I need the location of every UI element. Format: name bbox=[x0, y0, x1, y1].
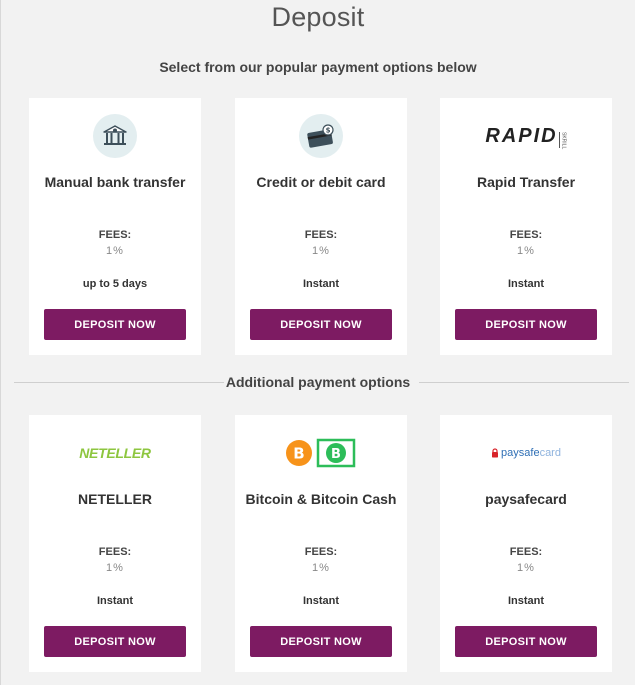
rapid-logo-text: RAPID bbox=[485, 124, 558, 147]
fees-value: 1% bbox=[312, 562, 330, 574]
payment-card-credit-card: $ Credit or debit card FEES: 1% Instant … bbox=[235, 98, 407, 355]
card-logo: B B bbox=[235, 430, 407, 476]
payment-card-neteller: NETELLER NETELLER FEES: 1% Instant DEPOS… bbox=[29, 415, 201, 672]
payment-card-bank-transfer: Manual bank transfer FEES: 1% up to 5 da… bbox=[29, 98, 201, 355]
fees-value: 1% bbox=[312, 245, 330, 257]
deposit-now-button[interactable]: DEPOSIT NOW bbox=[455, 626, 597, 657]
processing-time: Instant bbox=[507, 278, 545, 290]
card-logo: $ bbox=[235, 113, 407, 159]
processing-time: Instant bbox=[302, 595, 340, 607]
neteller-logo: NETELLER bbox=[79, 445, 151, 461]
deposit-now-button[interactable]: DEPOSIT NOW bbox=[44, 309, 186, 340]
rapid-logo: RAPID SKRILL bbox=[485, 124, 567, 149]
page-title: Deposit bbox=[271, 2, 365, 32]
method-name: Credit or debit card bbox=[256, 174, 386, 190]
fees-label: FEES: bbox=[98, 546, 132, 558]
payment-card-rapid-transfer: RAPID SKRILL Rapid Transfer FEES: 1% Ins… bbox=[440, 98, 612, 355]
svg-text:$: $ bbox=[326, 127, 331, 135]
credit-card-icon: $ bbox=[299, 114, 343, 158]
method-name: Rapid Transfer bbox=[476, 174, 576, 190]
processing-time: Instant bbox=[507, 595, 545, 607]
fees-value: 1% bbox=[106, 245, 124, 257]
fees-label: FEES: bbox=[509, 229, 543, 241]
fees-value: 1% bbox=[106, 562, 124, 574]
rapid-logo-subtext: SKRILL bbox=[558, 131, 567, 149]
fees-value: 1% bbox=[517, 562, 535, 574]
paysafecard-logo: paysafe card bbox=[491, 447, 561, 459]
fees-label: FEES: bbox=[304, 546, 338, 558]
payment-card-bitcoin: B B Bitcoin & Bitcoin Cash FEES: 1% Inst… bbox=[235, 415, 407, 672]
fees-label: FEES: bbox=[509, 546, 543, 558]
deposit-now-button[interactable]: DEPOSIT NOW bbox=[250, 309, 392, 340]
paysafe-logo-text: paysafe bbox=[501, 447, 540, 459]
processing-time: Instant bbox=[96, 595, 134, 607]
card-logo: paysafe card bbox=[440, 430, 612, 476]
deposit-now-button[interactable]: DEPOSIT NOW bbox=[44, 626, 186, 657]
fees-value: 1% bbox=[517, 245, 535, 257]
card-logo: RAPID SKRILL bbox=[440, 113, 612, 159]
card-logo bbox=[29, 113, 201, 159]
method-name: NETELLER bbox=[78, 491, 152, 507]
method-name: paysafecard bbox=[485, 491, 567, 507]
card-logo-text: card bbox=[539, 447, 561, 459]
payment-card-paysafecard: paysafe card paysafecard FEES: 1% Instant… bbox=[440, 415, 612, 672]
card-logo: NETELLER bbox=[29, 430, 201, 476]
svg-text:B: B bbox=[293, 445, 304, 463]
fees-label: FEES: bbox=[304, 229, 338, 241]
method-name: Bitcoin & Bitcoin Cash bbox=[245, 491, 397, 507]
deposit-now-button[interactable]: DEPOSIT NOW bbox=[455, 309, 597, 340]
bank-icon bbox=[93, 114, 137, 158]
deposit-now-button[interactable]: DEPOSIT NOW bbox=[250, 626, 392, 657]
svg-text:B: B bbox=[331, 447, 341, 462]
fees-label: FEES: bbox=[98, 229, 132, 241]
method-name: Manual bank transfer bbox=[44, 174, 186, 190]
additional-options-heading: Additional payment options bbox=[225, 374, 411, 390]
bitcoin-icon: B B bbox=[286, 438, 356, 468]
page-subtitle: Select from our popular payment options … bbox=[159, 59, 477, 75]
processing-time: up to 5 days bbox=[82, 278, 148, 290]
processing-time: Instant bbox=[302, 278, 340, 290]
lock-icon bbox=[492, 448, 499, 458]
